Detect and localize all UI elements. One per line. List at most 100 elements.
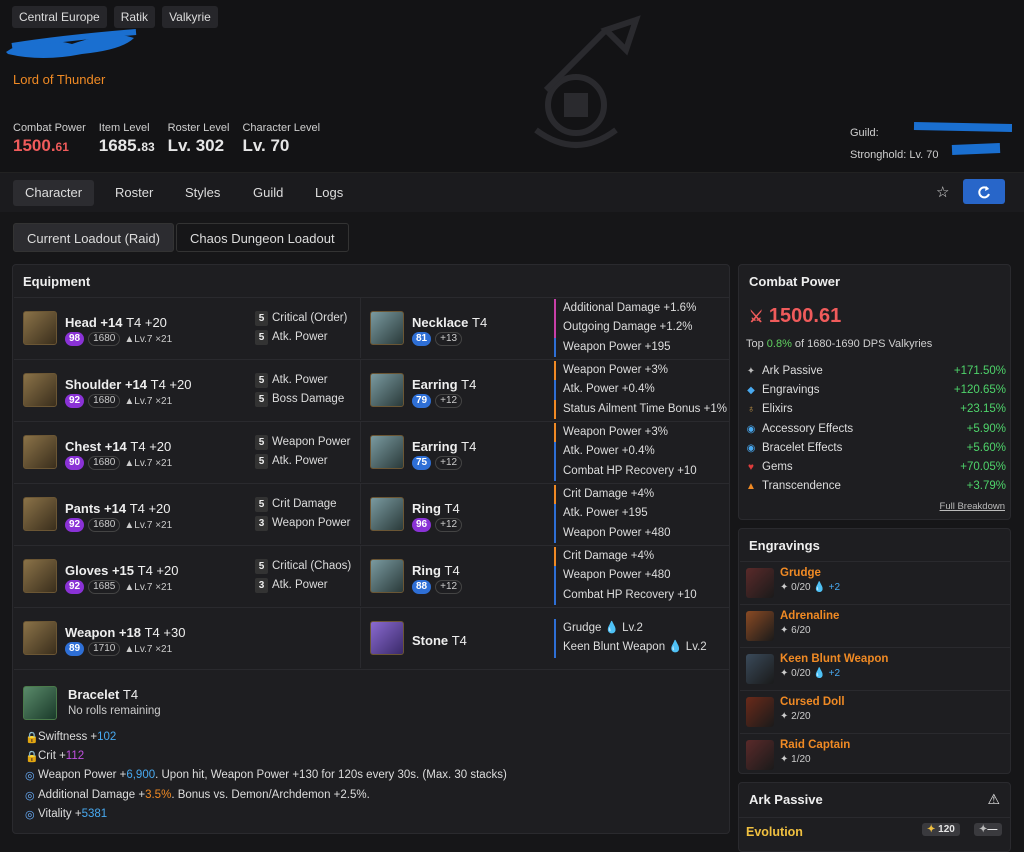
stat-label: Character Level	[242, 122, 321, 134]
accessory-earring-icon[interactable]	[370, 435, 404, 469]
engraving-row[interactable]: Cursed Doll ✦ 2/20	[740, 690, 1010, 733]
equipment-row: Chest +14 T4 +20 90 1680 ▲Lv.7 ×21 5 Weapon P…	[14, 421, 730, 482]
engraving-count: 5	[255, 435, 268, 450]
refresh-button[interactable]	[963, 179, 1005, 204]
accessory-ring-icon[interactable]	[370, 559, 404, 593]
warning-icon[interactable]: ⚠	[987, 791, 1000, 808]
nav-tab-styles[interactable]: Styles	[173, 180, 232, 206]
engraving-count: 5	[255, 454, 268, 469]
accessory-necklace-icon[interactable]	[370, 311, 404, 345]
equipment-row: Shoulder +14 T4 +20 92 1680 ▲Lv.7 ×21 5 Atk. …	[14, 359, 730, 420]
item-pills: 92 1680 ▲Lv.7 ×21	[65, 394, 172, 408]
engraving-count: 3	[255, 516, 268, 531]
quality-pill: 92	[65, 394, 85, 408]
stat-label: Item Level	[98, 122, 150, 134]
accessory-name: Stone T4	[412, 633, 467, 648]
nav-tab-roster[interactable]: Roster	[103, 180, 165, 206]
combat-power-title: Combat Power	[749, 274, 841, 289]
favorite-star-icon[interactable]: ☆	[936, 183, 949, 201]
quality-pill: 75	[412, 456, 432, 470]
nav-tab-guild[interactable]: Guild	[241, 180, 295, 206]
refine-level: +13	[435, 332, 463, 346]
effect-line: Weapon Power +480	[554, 566, 697, 586]
quality-pill: 88	[412, 580, 432, 594]
row-divider	[360, 422, 361, 482]
elixir-level: ▲Lv.7 ×21	[124, 457, 173, 469]
effect-line: Additional Damage +1.6%	[554, 299, 696, 319]
elixirs-icon: ♁	[747, 404, 755, 416]
class-emblem-icon	[534, 15, 641, 148]
item-tier: T4 +20	[150, 377, 192, 392]
refresh-icon	[978, 185, 990, 198]
full-breakdown-link[interactable]: Full Breakdown	[940, 501, 1005, 512]
engraving-row[interactable]: Keen Blunt Weapon ✦ 0/20 💧 +2	[740, 647, 1010, 690]
item-level: 1710	[88, 642, 121, 656]
engraving-row[interactable]: Grudge ✦ 0/20 💧 +2	[740, 561, 1010, 604]
effect-line: Status Ailment Time Bonus +1%	[554, 399, 727, 419]
main-nav: ☆ Character Roster Styles Guild Logs	[0, 172, 1024, 212]
item-level: 1680	[88, 394, 121, 408]
accessory-name: Earring T4	[412, 439, 477, 454]
engraving-count: 5	[255, 330, 268, 345]
cp-value: +171.50%	[953, 365, 1006, 377]
armor-gloves-icon[interactable]	[23, 559, 57, 593]
armor-weapon-icon[interactable]	[23, 621, 57, 655]
accessory-ring-icon[interactable]	[370, 497, 404, 531]
engraving-line: 5 Crit Damage	[255, 495, 350, 514]
server-tag[interactable]: Valkyrie	[162, 6, 218, 28]
engraving-list: 5 Crit Damage 3 Weapon Power	[255, 495, 350, 533]
accessory-name: Ring T4	[412, 501, 460, 516]
gems-icon: ♥	[748, 462, 754, 473]
engraving-name: Cursed Doll	[780, 696, 845, 708]
stat-decimal: 83	[141, 140, 155, 154]
stat-block: Character Level Lv. 70	[242, 122, 320, 156]
refine-level: +12	[435, 580, 463, 594]
nav-tab-logs[interactable]: Logs	[303, 180, 355, 206]
ranking-line: Top 0.8% of 1680-1690 DPS Valkyries	[746, 338, 933, 350]
armor-shoulder-icon[interactable]	[23, 373, 57, 407]
quality-pill: 98	[65, 332, 85, 346]
armor-pants-icon[interactable]	[23, 497, 57, 531]
stone-bonus: 💧 +2	[810, 582, 841, 593]
nav-tab-character[interactable]: Character	[13, 180, 95, 206]
effect-line: Keen Blunt Weapon 💧 Lv.2	[554, 638, 707, 658]
engraving-name: Raid Captain	[780, 739, 851, 751]
bracelet-section: Bracelet T4 No rolls remaining 🔒 Swiftness …	[14, 669, 730, 834]
bracelet-effect: Additional Damage +3.5%. Bonus vs. Demon…	[38, 788, 370, 801]
accessory-effects: Crit Damage +4% Weapon Power +480 Combat H…	[554, 547, 697, 605]
profile-header: Central Europe Ratik Valkyrie Lord of Thun…	[0, 0, 1024, 172]
loadout-tab-chaos[interactable]: Chaos Dungeon Loadout	[176, 223, 349, 252]
effect-line: Combat HP Recovery +10	[554, 461, 697, 481]
bracelet-effect: Swiftness +102	[38, 731, 117, 743]
accessory-effects: Weapon Power +3% Atk. Power +0.4% Combat H…	[554, 423, 697, 481]
item-level: 1680	[88, 518, 121, 532]
lock-icon: 🔒	[25, 751, 39, 764]
engraving-row[interactable]: Raid Captain ✦ 1/20	[740, 733, 1010, 776]
engraving-list: 5 Atk. Power 5 Boss Damage	[255, 371, 344, 409]
accessory-earring-icon[interactable]	[370, 373, 404, 407]
gear-icon: ◎	[25, 808, 35, 821]
item-name: Gloves +15 T4 +20	[65, 563, 179, 578]
accessory-tier: T4	[461, 439, 477, 454]
accessory-tier: T4	[461, 377, 477, 392]
engraving-progress: ✦ 1/20	[780, 754, 811, 765]
accessory-tier: T4	[451, 633, 467, 648]
item-tier: T4 +20	[126, 315, 167, 330]
engraving-list: 5 Weapon Power 5 Atk. Power	[255, 433, 350, 471]
quality-pill: 79	[412, 394, 432, 408]
accessory-tier: T4	[444, 501, 460, 516]
engraving-row[interactable]: Adrenaline ✦ 6/20	[740, 604, 1010, 647]
accessory-name: Earring T4	[412, 377, 477, 392]
bracelet-icon[interactable]	[23, 686, 57, 720]
accessory-effects: Additional Damage +1.6% Outgoing Damage +…	[554, 299, 696, 357]
bracelet-name: Bracelet T4	[68, 687, 139, 702]
elixir-level: ▲Lv.7 ×21	[124, 643, 173, 655]
effect-value: 3.5%	[145, 788, 172, 801]
accessory-stone-icon[interactable]	[370, 621, 404, 655]
armor-chest-icon[interactable]	[23, 435, 57, 469]
armor-head-icon[interactable]	[23, 311, 57, 345]
loadout-tab-raid[interactable]: Current Loadout (Raid)	[13, 223, 174, 252]
transcendence-icon: ▲	[746, 481, 756, 493]
ark-passive-icon: ✦	[746, 366, 756, 377]
cp-value: +5.60%	[966, 441, 1006, 454]
